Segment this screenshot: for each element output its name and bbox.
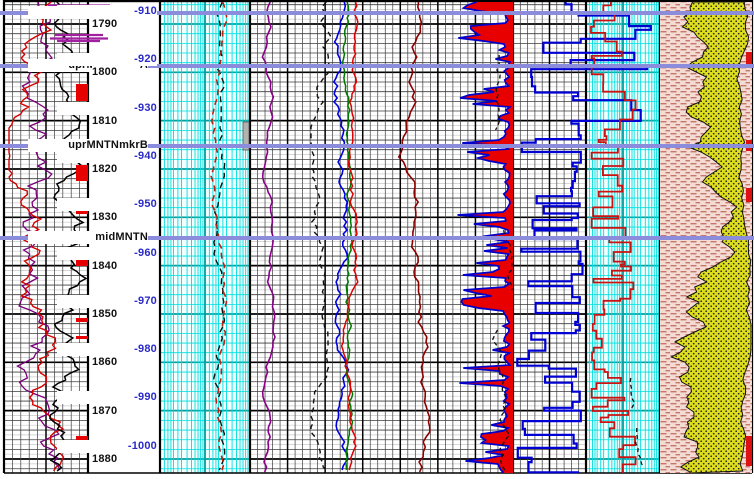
depth-label: 1860 — [92, 356, 138, 369]
subsea-depth-label: -920 — [57, 53, 157, 66]
subsea-depth-label: -980 — [57, 343, 157, 356]
formation-top-label[interactable]: midMNTN — [28, 231, 148, 244]
subsea-depth-label: -910 — [57, 5, 157, 18]
depth-label: 1810 — [92, 115, 138, 128]
depth-label: 1840 — [92, 260, 138, 273]
pay-flag — [76, 165, 88, 181]
depth-label: 1880 — [92, 453, 138, 466]
subsea-depth-label: -990 — [57, 391, 157, 404]
lithology-red-strip — [746, 188, 752, 202]
subsea-depth-label: -1000 — [57, 440, 157, 453]
pay-flag — [76, 84, 88, 101]
pay-flag — [76, 260, 88, 266]
depth-label: 1830 — [92, 211, 138, 224]
curve-log2-dash-b — [636, 428, 644, 468]
well-log-plot[interactable]: uprMNTNuprMNTNmkrAuprMNTNmkrBmidMNTN-910… — [0, 0, 754, 479]
subsea-depth-label: -960 — [57, 247, 157, 260]
depth-label: 1850 — [92, 308, 138, 321]
pay-flag — [76, 318, 88, 322]
pay-flag — [76, 336, 88, 339]
depth-label: 1870 — [92, 405, 138, 418]
subsea-depth-label: -930 — [57, 102, 157, 115]
subsea-depth-label: -940 — [57, 150, 157, 163]
curve-log2-dash-a — [630, 378, 635, 408]
depth-label: 1820 — [92, 163, 138, 176]
lithology-red-strip — [746, 436, 752, 466]
subsea-depth-label: -970 — [57, 295, 157, 308]
depth-label: 1800 — [92, 66, 138, 79]
subsea-depth-label: -950 — [57, 198, 157, 211]
depth-label: 1790 — [92, 18, 138, 31]
